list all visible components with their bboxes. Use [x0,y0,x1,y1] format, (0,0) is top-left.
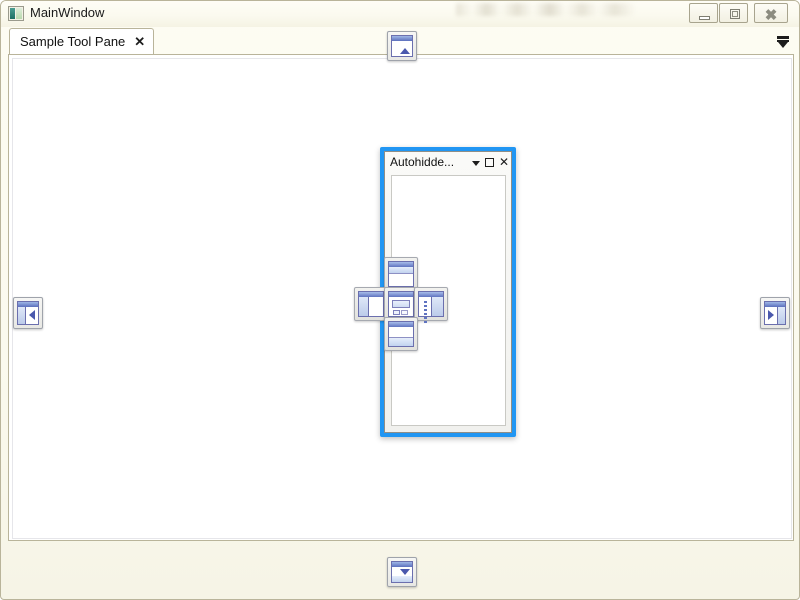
edge-guide-top[interactable] [387,31,417,61]
dock-guide-top[interactable] [384,257,418,291]
arrow-right-icon [768,310,774,320]
tabbed-document-icon [392,300,410,308]
title-bar[interactable]: MainWindow ✖ [1,1,799,27]
minimize-button[interactable] [689,3,718,23]
tab-sample-tool-pane[interactable]: Sample Tool Pane ✕ [9,28,155,54]
close-icon: ✖ [764,7,778,24]
close-icon[interactable]: ✕ [499,156,509,168]
chevron-down-icon[interactable] [472,156,480,166]
floating-window-titlebar[interactable]: Autohidde... ✕ [385,152,511,173]
window-icon [8,6,24,21]
dock-guide-left[interactable] [354,287,388,321]
dock-guide-diamond [354,257,448,351]
edge-guide-left[interactable] [13,297,43,329]
tab-label: Sample Tool Pane [20,34,126,49]
edge-guide-bottom[interactable] [387,557,417,587]
arrow-down-icon [400,569,410,575]
list-dots-icon [424,301,427,325]
arrow-left-icon [29,310,35,320]
dock-guide-right[interactable] [414,287,448,323]
maximize-icon[interactable] [485,156,494,167]
edge-guide-right[interactable] [760,297,790,329]
minimize-icon [699,16,710,20]
main-window: MainWindow ✖ Sample Tool Pane ✕ Autohidd… [0,0,800,600]
close-button[interactable]: ✖ [754,3,788,24]
chevron-down-icon[interactable] [773,32,793,52]
arrow-up-icon [400,48,410,54]
dock-guide-bottom[interactable] [384,317,418,351]
blurred-titlebar-text [456,3,636,16]
dock-guide-center[interactable] [384,287,418,321]
maximize-button[interactable] [719,3,748,23]
tab-close-icon[interactable]: ✕ [134,35,145,48]
floating-window-title: Autohidde... [390,155,455,169]
window-title: MainWindow [30,5,105,20]
